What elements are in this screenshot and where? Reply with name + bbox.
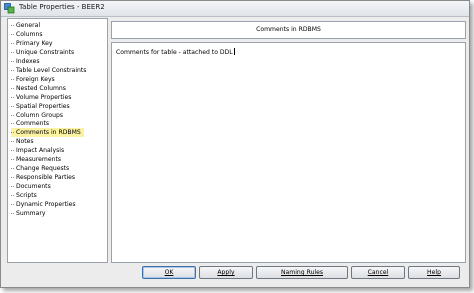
tree-item[interactable]: Comments in RDBMS — [11, 128, 84, 138]
tree-connector — [11, 168, 14, 170]
comment-textarea[interactable]: Comments for table - attached to DDL — [111, 42, 466, 263]
tree-item[interactable]: Change Requests — [11, 164, 69, 173]
tree-item-label: Columns — [16, 30, 43, 38]
comment-value: Comments for table - attached to DDL — [116, 49, 233, 56]
ok-button[interactable]: OK — [142, 266, 196, 279]
tree-connector — [11, 177, 14, 179]
tree-item-label: Change Requests — [16, 165, 70, 173]
tree-item[interactable]: Impact Analysis — [11, 146, 64, 155]
tree-item[interactable]: Comments — [11, 119, 49, 128]
text-caret — [233, 48, 235, 55]
tree-item-label: Comments in RDBMS — [16, 129, 81, 137]
tree-item[interactable]: Indexes — [11, 57, 40, 66]
tree-connector — [11, 132, 14, 134]
tree-connector — [11, 69, 14, 71]
tree-item-label: Unique Constraints — [16, 48, 75, 56]
tree-item-label: Summary — [16, 209, 46, 217]
tree-item[interactable]: Scripts — [11, 191, 37, 200]
tree-item-label: Documents — [16, 183, 51, 191]
help-button[interactable]: Help — [408, 266, 460, 279]
tree-connector — [11, 87, 14, 89]
tree-connector — [11, 96, 14, 98]
tree-item-label: Notes — [16, 138, 34, 146]
tree-item[interactable]: Volume Properties — [11, 93, 71, 102]
tree-item-label: Indexes — [16, 57, 40, 65]
tree-connector — [11, 33, 14, 35]
tree-item[interactable]: Spatial Properties — [11, 102, 70, 111]
tree-connector — [11, 159, 14, 161]
tree-item[interactable]: Unique Constraints — [11, 48, 74, 57]
cancel-button[interactable]: Cancel — [351, 266, 405, 279]
tree-item-label: General — [16, 22, 41, 29]
tree-connector — [11, 212, 14, 214]
table-properties-dialog: Table Properties - BEER2 General Columns P… — [0, 0, 470, 288]
tree-item[interactable]: Documents — [11, 182, 51, 191]
tree-connector — [11, 42, 14, 44]
tree-item[interactable]: Responsible Parties — [11, 173, 75, 182]
tree-item[interactable]: Table Level Constraints — [11, 66, 87, 75]
tree-item[interactable]: General — [11, 21, 40, 30]
comment-text: Comments for table - attached to DDL — [116, 48, 235, 56]
tree-item-label: Comments — [16, 120, 50, 128]
tree-item[interactable]: Measurements — [11, 155, 61, 164]
tree-connector — [11, 105, 14, 107]
panel-header-label: Comments in RDBMS — [256, 26, 321, 33]
tree-item[interactable]: Foreign Keys — [11, 75, 55, 84]
tree-item-label: Impact Analysis — [16, 147, 65, 155]
tree-item-label: Volume Properties — [16, 93, 72, 101]
tree-item-label: Responsible Parties — [16, 174, 76, 182]
tree-item[interactable]: Nested Columns — [11, 84, 66, 93]
tree-connector — [11, 195, 14, 197]
tree-connector — [11, 78, 14, 80]
tree-item[interactable]: Column Groups — [11, 111, 63, 120]
tree-connector — [11, 186, 14, 188]
window-title: Table Properties - BEER2 — [19, 3, 105, 11]
button-bar: OK Apply Naming Rules Cancel Help — [1, 266, 471, 286]
tree-connector — [11, 123, 14, 125]
tree-item[interactable]: Notes — [11, 137, 34, 146]
tree-connector — [11, 204, 14, 205]
tree-connector — [11, 150, 14, 152]
tree-item-label: Dynamic Properties — [16, 201, 76, 208]
tree-connector — [11, 51, 14, 53]
app-icon — [4, 3, 15, 14]
tree-item-label: Foreign Keys — [16, 75, 55, 83]
tree-item-label: Spatial Properties — [16, 102, 70, 110]
title-bar[interactable]: Table Properties - BEER2 — [1, 1, 469, 17]
property-tree[interactable]: General Columns Primary Key Unique Constrai… — [7, 18, 108, 263]
tree-connector — [11, 114, 14, 116]
tree-item[interactable]: Summary — [11, 209, 45, 218]
naming-rules-button[interactable]: Naming Rules — [256, 266, 348, 279]
tree-item-label: Nested Columns — [16, 84, 66, 92]
tree-connector — [11, 60, 14, 62]
tree-item[interactable]: Columns — [11, 30, 43, 39]
tree-item[interactable]: Primary Key — [11, 39, 53, 48]
tree-item[interactable]: Dynamic Properties — [11, 200, 76, 209]
tree-connector — [11, 141, 14, 143]
panel-header: Comments in RDBMS — [111, 21, 466, 39]
apply-button[interactable]: Apply — [199, 266, 253, 279]
tree-item-label: Table Level Constraints — [16, 66, 87, 74]
tree-item-label: Primary Key — [16, 39, 53, 47]
tree-item-label: Column Groups — [16, 111, 64, 119]
tree-item-label: Scripts — [16, 192, 37, 200]
tree-connector — [11, 25, 14, 26]
tree-item-label: Measurements — [16, 156, 62, 164]
